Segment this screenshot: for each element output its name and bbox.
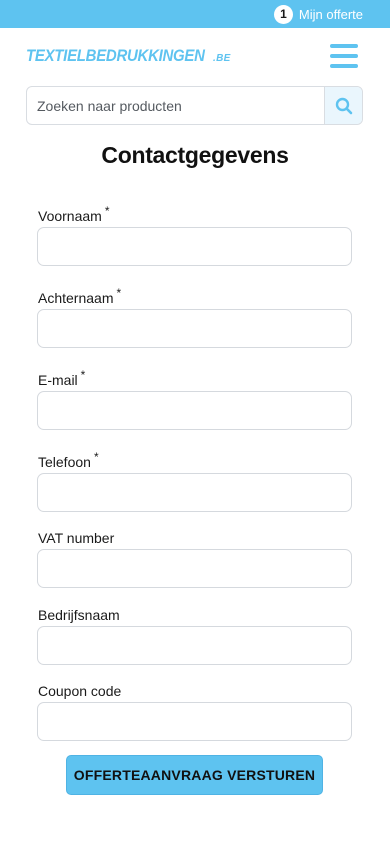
submit-quote-request-button[interactable]: OFFERTEAANVRAAG VERSTUREN (66, 755, 323, 795)
required-marker: * (116, 286, 122, 300)
email-label-text: E-mail (38, 372, 78, 388)
coupon-code-label: Coupon code (38, 683, 122, 699)
search-button[interactable] (324, 87, 362, 124)
hamburger-menu-icon[interactable] (330, 44, 358, 68)
last-name-label-text: Achternaam (38, 290, 114, 306)
logo-domain-suffix: .BE (213, 53, 231, 64)
search-bar (26, 86, 363, 125)
top-bar: 1 Mijn offerte (0, 0, 390, 28)
site-logo[interactable]: TEXTIELBEDRUKKINGEN .BE (26, 46, 231, 68)
phone-field[interactable] (37, 473, 352, 512)
menu-line (330, 54, 358, 58)
coupon-code-field[interactable] (37, 702, 352, 741)
email-field[interactable] (37, 391, 352, 430)
first-name-label: Voornaam * (38, 204, 110, 224)
phone-label: Telefoon * (38, 450, 99, 470)
email-label: E-mail * (38, 368, 85, 388)
my-quote-label: Mijn offerte (298, 6, 363, 22)
menu-line (330, 64, 358, 68)
vat-number-field[interactable] (37, 549, 352, 588)
search-input[interactable] (27, 87, 324, 124)
vat-number-label: VAT number (38, 530, 115, 546)
required-marker: * (93, 450, 99, 464)
phone-label-text: Telefoon (38, 454, 91, 470)
first-name-field[interactable] (37, 227, 352, 266)
quote-count-badge: 1 (273, 4, 293, 24)
last-name-field[interactable] (37, 309, 352, 348)
required-marker: * (80, 368, 86, 382)
last-name-label: Achternaam * (38, 286, 121, 306)
company-name-field[interactable] (37, 626, 352, 665)
first-name-label-text: Voornaam (38, 208, 102, 224)
required-marker: * (104, 204, 110, 218)
my-quote-link[interactable]: 1 Mijn offerte (273, 4, 363, 24)
logo-text: TEXTIELBEDRUKKINGEN (26, 46, 205, 65)
company-name-label: Bedrijfsnaam (38, 607, 120, 623)
page-title: Contactgegevens (101, 142, 289, 168)
menu-line (330, 44, 358, 48)
search-icon (335, 97, 352, 114)
